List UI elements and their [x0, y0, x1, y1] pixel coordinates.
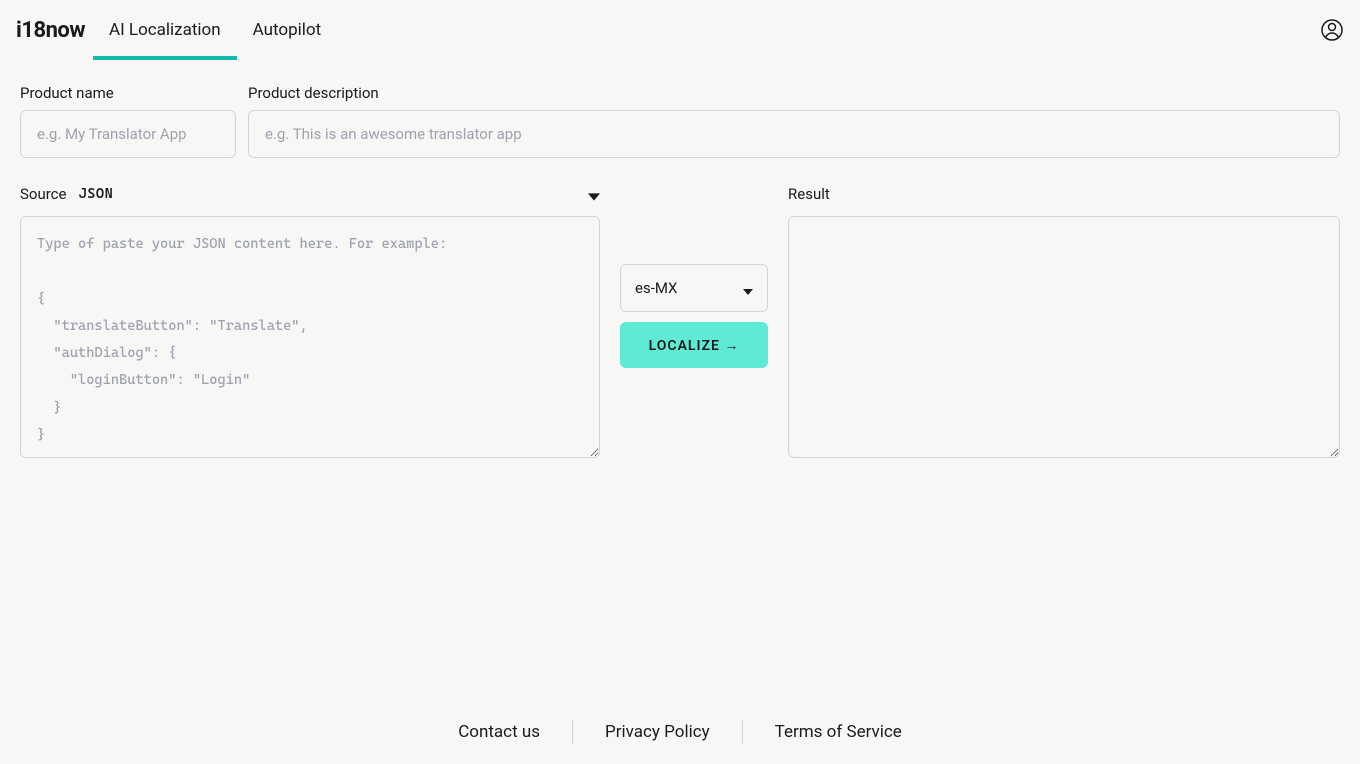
- product-info-row: Product name Product description: [20, 84, 1340, 158]
- result-section: Result: [788, 182, 1340, 458]
- translation-row: Source JSON es-MX LOCALIZE → Result: [20, 182, 1340, 676]
- source-label: Source: [20, 185, 66, 203]
- tabs: AI Localization Autopilot: [109, 0, 321, 60]
- main-content: Product name Product description Source …: [0, 60, 1360, 700]
- product-name-input[interactable]: [20, 110, 236, 158]
- product-name-label: Product name: [20, 84, 236, 102]
- format-badge: JSON: [78, 186, 113, 202]
- product-description-label: Product description: [248, 84, 1340, 102]
- footer-divider: [742, 720, 743, 744]
- format-dropdown-icon[interactable]: [588, 188, 600, 200]
- header: i18now AI Localization Autopilot: [0, 0, 1360, 60]
- product-description-input[interactable]: [248, 110, 1340, 158]
- tab-label: Autopilot: [253, 20, 322, 40]
- footer-link-contact[interactable]: Contact us: [458, 722, 540, 742]
- chevron-down-icon: [743, 283, 753, 293]
- tab-autopilot[interactable]: Autopilot: [253, 0, 322, 60]
- locale-select[interactable]: es-MX: [620, 264, 768, 312]
- middle-controls: es-MX LOCALIZE →: [620, 182, 768, 368]
- footer-link-privacy[interactable]: Privacy Policy: [605, 722, 710, 742]
- tab-label: AI Localization: [109, 20, 221, 40]
- source-label-group: Source JSON: [20, 185, 113, 203]
- footer-divider: [572, 720, 573, 744]
- source-textarea[interactable]: [20, 216, 600, 458]
- product-description-field-group: Product description: [248, 84, 1340, 158]
- user-account-icon[interactable]: [1320, 18, 1344, 42]
- logo[interactable]: i18now: [16, 18, 85, 43]
- locale-selected-value: es-MX: [635, 279, 677, 297]
- footer-link-terms[interactable]: Terms of Service: [775, 722, 902, 742]
- result-label: Result: [788, 182, 1340, 206]
- localize-button[interactable]: LOCALIZE →: [620, 322, 768, 368]
- source-section: Source JSON: [20, 182, 600, 458]
- result-textarea[interactable]: [788, 216, 1340, 458]
- footer: Contact us Privacy Policy Terms of Servi…: [0, 700, 1360, 764]
- product-name-field-group: Product name: [20, 84, 236, 158]
- tab-ai-localization[interactable]: AI Localization: [109, 0, 221, 60]
- source-header: Source JSON: [20, 182, 600, 206]
